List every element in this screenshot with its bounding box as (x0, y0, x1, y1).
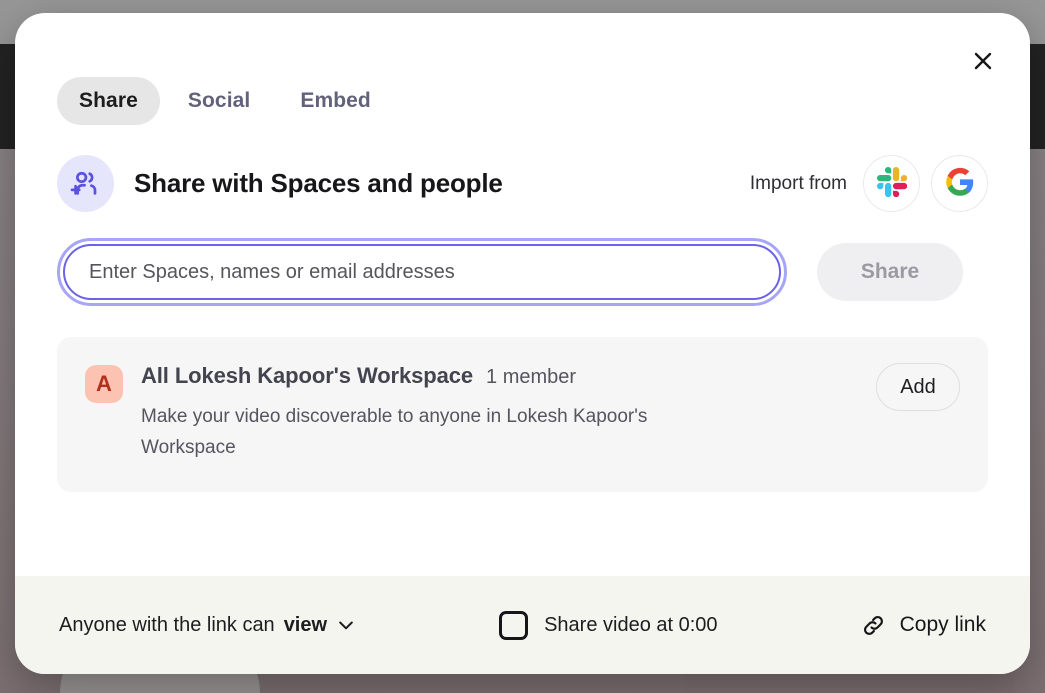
link-permission-dropdown[interactable]: Anyone with the link can view (57, 608, 358, 643)
import-from-slack-button[interactable] (863, 155, 920, 212)
share-video-at-time-toggle[interactable]: Share video at 0:00 (497, 605, 719, 646)
tab-social[interactable]: Social (166, 77, 272, 125)
avatar: A (85, 365, 123, 403)
page-title: Share with Spaces and people (134, 168, 503, 199)
copy-link-button[interactable]: Copy link (859, 607, 988, 644)
link-permission-value: view (284, 614, 327, 637)
import-from-group: Import from (750, 155, 988, 212)
workspace-description: Make your video discoverable to anyone i… (141, 402, 701, 464)
people-add-icon (57, 155, 114, 212)
import-from-google-button[interactable] (931, 155, 988, 212)
add-workspace-button[interactable]: Add (876, 363, 960, 411)
google-icon (945, 167, 975, 200)
recipient-input-row: Share (15, 212, 1030, 306)
tab-share[interactable]: Share (57, 77, 160, 125)
share-dialog: Share Social Embed Share with Spaces and… (15, 13, 1030, 674)
share-section-header: Share with Spaces and people Import from (15, 125, 1030, 212)
close-icon (971, 49, 995, 76)
slack-icon (877, 167, 907, 200)
workspace-member-count: 1 member (486, 366, 576, 389)
workspace-list-item[interactable]: A All Lokesh Kapoor's Workspace 1 member… (57, 337, 988, 492)
share-button[interactable]: Share (817, 243, 963, 301)
search-input[interactable] (63, 244, 781, 300)
recipient-field-wrapper (57, 238, 787, 306)
tab-embed[interactable]: Embed (278, 77, 393, 125)
workspace-details: All Lokesh Kapoor's Workspace 1 member M… (141, 363, 860, 464)
share-at-time-label: Share video at 0:00 (544, 614, 717, 637)
workspace-name: All Lokesh Kapoor's Workspace (141, 363, 473, 389)
dialog-tabs: Share Social Embed (15, 13, 1030, 125)
share-dialog-footer: Anyone with the link can view Share vide… (15, 576, 1030, 674)
workspace-title-line: All Lokesh Kapoor's Workspace 1 member (141, 363, 860, 389)
share-dialog-body: Share Social Embed Share with Spaces and… (15, 13, 1030, 576)
import-from-label: Import from (750, 173, 847, 195)
copy-link-label: Copy link (900, 613, 986, 637)
share-at-time-checkbox[interactable] (499, 611, 528, 640)
close-button[interactable] (962, 41, 1004, 83)
chevron-down-icon (336, 615, 356, 635)
link-permission-prefix: Anyone with the link can (59, 614, 275, 637)
link-icon (861, 613, 886, 638)
